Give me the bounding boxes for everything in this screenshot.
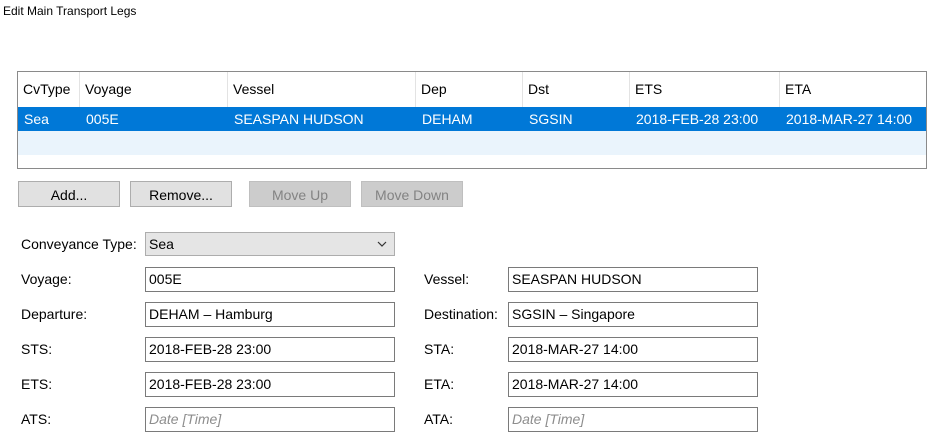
voyage-label: Voyage:: [21, 271, 72, 287]
ets-label: ETS:: [21, 376, 53, 392]
ats-field[interactable]: Date [Time]: [145, 407, 395, 432]
cell-eta: 2018-MAR-27 14:00: [786, 111, 913, 127]
departure-field[interactable]: DEHAM – Hamburg: [145, 302, 395, 327]
cell-ets: 2018-FEB-28 23:00: [636, 111, 759, 127]
move-down-button[interactable]: Move Down: [361, 181, 463, 207]
new-row-placeholder[interactable]: [18, 131, 926, 155]
cell-vessel: SEASPAN HUDSON: [234, 111, 364, 127]
vessel-label: Vessel:: [424, 271, 470, 287]
column-header-ets[interactable]: ETS: [630, 72, 780, 107]
transport-legs-grid[interactable]: CvType Voyage Vessel Dep Dst ETS ETA Sea…: [17, 71, 927, 169]
remove-button[interactable]: Remove...: [130, 181, 232, 207]
destination-field[interactable]: SGSIN – Singapore: [508, 302, 758, 327]
conveyance-type-value: Sea: [149, 236, 174, 252]
ets-field[interactable]: 2018-FEB-28 23:00: [145, 372, 395, 397]
cell-voyage: 005E: [86, 111, 119, 127]
sta-field[interactable]: 2018-MAR-27 14:00: [508, 337, 758, 362]
ata-field[interactable]: Date [Time]: [508, 407, 758, 432]
add-button[interactable]: Add...: [18, 181, 120, 207]
window-title: Edit Main Transport Legs: [3, 4, 137, 18]
eta-field[interactable]: 2018-MAR-27 14:00: [508, 372, 758, 397]
column-header-vessel[interactable]: Vessel: [228, 72, 416, 107]
vessel-field[interactable]: SEASPAN HUDSON: [508, 267, 758, 292]
destination-label: Destination:: [424, 306, 498, 322]
column-header-eta[interactable]: ETA: [780, 72, 926, 107]
column-header-cvtype[interactable]: CvType: [18, 72, 80, 107]
cell-cvtype: Sea: [24, 111, 49, 127]
sts-label: STS:: [21, 341, 53, 357]
eta-label: ETA:: [424, 376, 455, 392]
sta-label: STA:: [424, 341, 455, 357]
ats-label: ATS:: [21, 411, 52, 427]
column-header-dst[interactable]: Dst: [523, 72, 630, 107]
conveyance-type-select[interactable]: Sea: [145, 232, 395, 256]
grid-header: CvType Voyage Vessel Dep Dst ETS ETA: [18, 72, 926, 107]
ata-label: ATA:: [424, 411, 454, 427]
voyage-field[interactable]: 005E: [145, 267, 395, 292]
departure-label: Departure:: [21, 306, 88, 322]
table-row[interactable]: Sea 005E SEASPAN HUDSON DEHAM SGSIN 2018…: [18, 107, 926, 131]
sts-field[interactable]: 2018-FEB-28 23:00: [145, 337, 395, 362]
column-header-voyage[interactable]: Voyage: [80, 72, 228, 107]
chevron-down-icon: [377, 241, 387, 247]
conveyance-type-label: Conveyance Type:: [21, 236, 137, 252]
move-up-button[interactable]: Move Up: [249, 181, 351, 207]
column-header-dep[interactable]: Dep: [416, 72, 523, 107]
cell-dst: SGSIN: [529, 111, 573, 127]
cell-dep: DEHAM: [422, 111, 473, 127]
